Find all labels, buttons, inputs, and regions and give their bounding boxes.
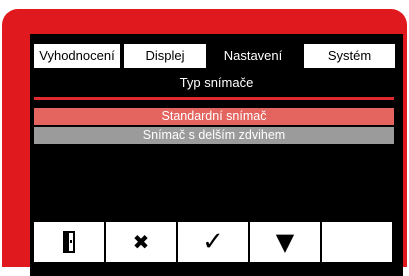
tab-displej[interactable]: Displej xyxy=(124,44,206,68)
down-button[interactable]: ▼ xyxy=(250,222,320,262)
confirm-check-icon: ✓ xyxy=(202,227,224,257)
tab-system[interactable]: Systém xyxy=(304,44,395,68)
cancel-button[interactable]: ✖ xyxy=(106,222,176,262)
section-title: Typ snímače xyxy=(179,75,254,90)
down-arrow-icon: ▼ xyxy=(275,228,295,256)
title-underline xyxy=(34,97,394,100)
tab-bar: Vyhodnocení Displej Nastavení Systém xyxy=(34,44,395,68)
empty-softkey[interactable] xyxy=(322,222,392,262)
cancel-x-icon: ✖ xyxy=(132,230,150,254)
exit-door-icon xyxy=(63,231,75,253)
option-standard-sensor[interactable]: Standardní snímač xyxy=(34,108,394,125)
option-long-stroke-sensor[interactable]: Snímač s delším zdvihem xyxy=(34,127,394,144)
device-bezel: Vyhodnocení Displej Nastavení Systém Typ… xyxy=(2,9,407,276)
confirm-button[interactable]: ✓ xyxy=(178,222,248,262)
tab-nastaveni[interactable]: Nastavení xyxy=(210,44,296,68)
tab-vyhodnoceni[interactable]: Vyhodnocení xyxy=(34,44,120,68)
exit-button[interactable] xyxy=(34,222,104,262)
display-screen: Vyhodnocení Displej Nastavení Systém Typ… xyxy=(30,34,403,276)
